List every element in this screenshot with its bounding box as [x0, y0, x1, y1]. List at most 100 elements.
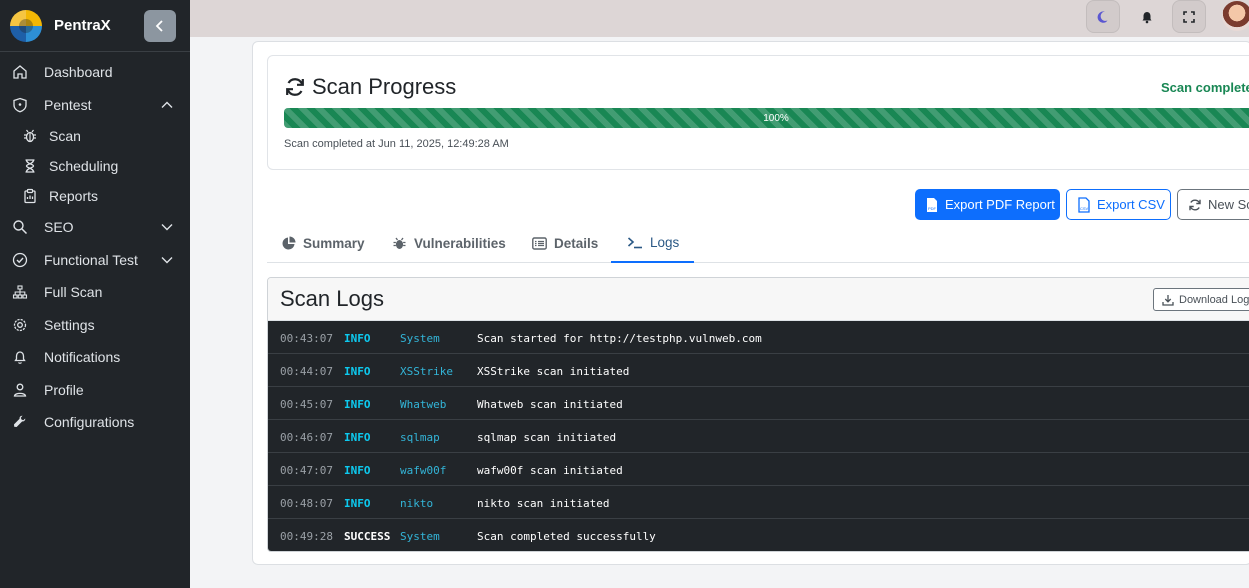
terminal-icon: [627, 236, 642, 248]
chevron-up-icon: [161, 101, 173, 108]
sidebar-item-scan[interactable]: Scan: [0, 121, 190, 151]
fullscreen-icon: [1183, 10, 1195, 23]
sidebar-item-dashboard[interactable]: Dashboard: [0, 56, 190, 89]
fullscreen-button[interactable]: [1172, 0, 1206, 33]
log-time: 00:48:07: [280, 497, 333, 510]
log-time: 00:47:07: [280, 464, 333, 477]
sidebar-nav: Dashboard Pentest Scan Scheduling Report…: [0, 52, 190, 439]
log-time: 00:49:28: [280, 530, 333, 543]
scan-logs-panel: Scan Logs Download Logs 00:43:07 INFO Syst…: [267, 277, 1249, 552]
sidebar-item-reports[interactable]: Reports: [0, 181, 190, 211]
sidebar-item-seo[interactable]: SEO: [0, 211, 190, 244]
export-csv-label: Export CSV: [1097, 197, 1165, 212]
new-scan-label: New Sc: [1208, 197, 1249, 212]
scan-logs-header: Scan Logs Download Logs: [268, 278, 1249, 321]
log-level: INFO: [344, 431, 371, 444]
log-time: 00:46:07: [280, 431, 333, 444]
sidebar-item-full-scan[interactable]: Full Scan: [0, 276, 190, 309]
main-content: Scan Progress Scan complete 100% Scan co…: [210, 37, 1249, 588]
log-row: 00:44:07 INFO XSStrike XSStrike scan initia…: [268, 354, 1249, 387]
log-list: 00:43:07 INFO System Scan started for http:…: [268, 321, 1249, 551]
tab-details[interactable]: Details: [532, 223, 598, 263]
refresh-icon: [286, 78, 304, 96]
sidebar-item-label: SEO: [44, 219, 74, 236]
log-message: Scan started for http://testphp.vulnweb.…: [477, 332, 762, 345]
log-row: 00:48:07 INFO nikto nikto scan initiated: [268, 486, 1249, 519]
new-scan-button[interactable]: New Sc: [1177, 189, 1249, 220]
hourglass-icon: [20, 156, 40, 176]
sidebar-item-label: Scan: [49, 128, 81, 144]
tab-vulnerabilities[interactable]: Vulnerabilities: [392, 223, 506, 263]
log-message: XSStrike scan initiated: [477, 365, 630, 378]
scan-progress-title: Scan Progress: [312, 74, 457, 99]
export-csv-button[interactable]: CSV Export CSV: [1066, 189, 1171, 220]
sidebar-item-label: Profile: [44, 381, 84, 398]
sidebar-item-scheduling[interactable]: Scheduling: [0, 151, 190, 181]
export-pdf-button[interactable]: PDF Export PDF Report: [915, 189, 1060, 220]
top-bar: [190, 0, 1249, 37]
sidebar-collapse-button[interactable]: [144, 10, 176, 42]
sidebar-item-pentest[interactable]: Pentest: [0, 89, 190, 122]
sidebar-item-label: Scheduling: [49, 158, 119, 174]
user-avatar[interactable]: [1222, 1, 1249, 31]
svg-text:PDF: PDF: [928, 206, 937, 211]
log-row: 00:43:07 INFO System Scan started for http:…: [268, 321, 1249, 354]
tab-label: Logs: [650, 234, 680, 250]
scan-progress-heading: Scan Progress: [284, 74, 456, 100]
log-level: INFO: [344, 464, 371, 477]
sidebar-item-label: Functional Test: [44, 251, 138, 268]
tab-logs[interactable]: Logs: [611, 223, 694, 263]
log-message: wafw00f scan initiated: [477, 464, 623, 477]
home-icon: [10, 62, 30, 82]
sidebar-item-notifications[interactable]: Notifications: [0, 341, 190, 374]
log-row: 00:47:07 INFO wafw00f wafw00f scan initiate…: [268, 453, 1249, 486]
sitemap-icon: [10, 282, 30, 302]
log-time: 00:43:07: [280, 332, 333, 345]
export-pdf-label: Export PDF Report: [945, 197, 1055, 212]
scan-progress-panel: Scan Progress Scan complete 100% Scan co…: [267, 55, 1249, 170]
bug-icon: [393, 237, 406, 249]
sidebar-item-profile[interactable]: Profile: [0, 374, 190, 407]
log-message: nikto scan initiated: [477, 497, 610, 510]
chevron-down-icon: [161, 224, 173, 231]
download-logs-button[interactable]: Download Logs: [1153, 288, 1249, 311]
theme-toggle-button[interactable]: [1086, 0, 1120, 33]
log-source: sqlmap: [400, 431, 440, 444]
scan-status-text: Scan complete: [1161, 80, 1249, 95]
download-icon: [1162, 294, 1174, 306]
bell-icon: [10, 347, 30, 367]
clipboard-icon: [20, 186, 40, 206]
log-source: wafw00f: [400, 464, 447, 477]
scan-completed-time: Scan completed at Jun 11, 2025, 12:49:28…: [284, 138, 509, 150]
sidebar-item-functional-test[interactable]: Functional Test: [0, 244, 190, 277]
pie-chart-icon: [282, 236, 296, 249]
sidebar-item-configurations[interactable]: Configurations: [0, 406, 190, 439]
tab-label: Vulnerabilities: [414, 235, 506, 251]
log-time: 00:45:07: [280, 398, 333, 411]
sidebar-item-label: Notifications: [44, 349, 121, 366]
log-level: INFO: [344, 365, 371, 378]
csv-file-icon: CSV: [1078, 196, 1090, 213]
user-icon: [10, 380, 30, 400]
search-icon: [10, 217, 30, 237]
tab-label: Summary: [303, 235, 365, 251]
svg-text:CSV: CSV: [1080, 206, 1089, 211]
scan-progress-fill: 100%: [284, 108, 1249, 128]
scan-progress-bar: 100%: [284, 108, 1249, 128]
sidebar-item-label: Reports: [49, 188, 99, 204]
notifications-button[interactable]: [1130, 0, 1164, 33]
log-source: Whatweb: [400, 398, 447, 411]
bug-icon: [20, 126, 40, 146]
tab-summary[interactable]: Summary: [281, 223, 365, 263]
log-message: Scan completed successfully: [477, 530, 656, 543]
sidebar-item-label: Dashboard: [44, 64, 113, 81]
result-tabs: Summary Vulnerabilities Details Logs: [267, 223, 1249, 263]
moon-icon: [1097, 10, 1108, 23]
sidebar: PentraX Dashboard Pentest Scan Schedulin…: [0, 0, 190, 588]
log-source: System: [400, 332, 440, 345]
list-icon: [532, 236, 547, 250]
log-level: SUCCESS: [344, 530, 391, 543]
sidebar-item-settings[interactable]: Settings: [0, 309, 190, 342]
log-level: INFO: [344, 332, 371, 345]
shield-icon: [10, 95, 30, 115]
